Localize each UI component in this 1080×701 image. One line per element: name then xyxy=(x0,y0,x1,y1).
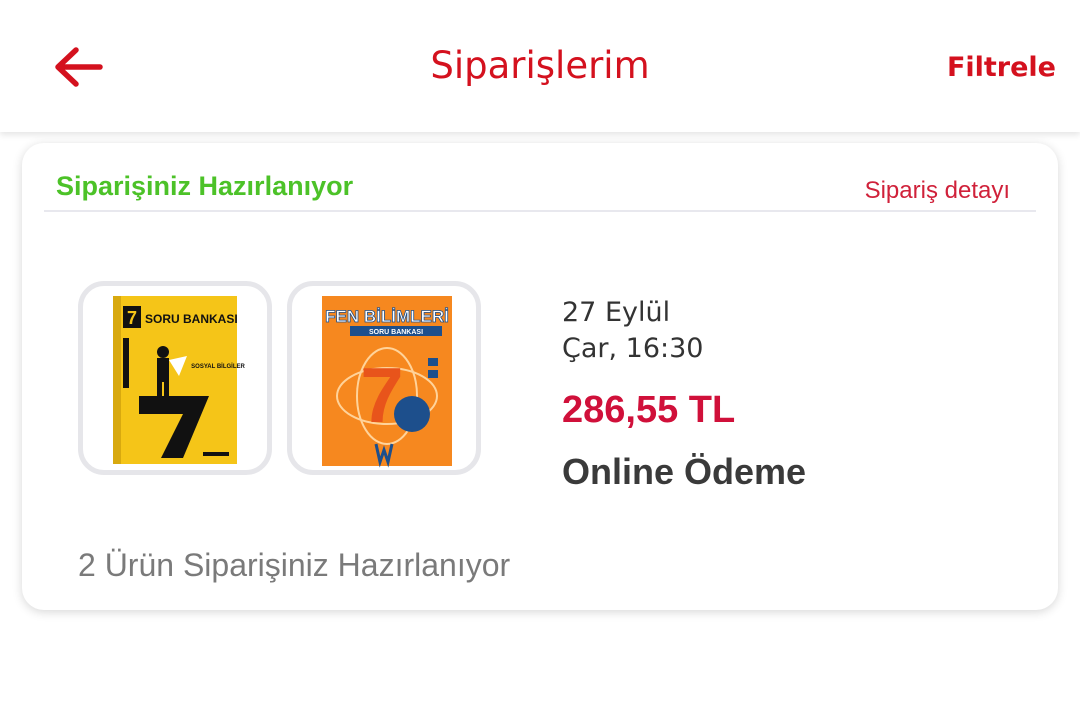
filter-button[interactable]: Filtrele xyxy=(947,52,1056,83)
payment-method: Online Ödeme xyxy=(562,451,807,492)
top-app-bar: Siparişlerim Filtrele xyxy=(0,0,1080,132)
cover-grade: 7 xyxy=(127,308,137,328)
cover-title: SORU BANKASI xyxy=(145,312,238,326)
cover-subject: SOSYAL BİLGİLER xyxy=(191,363,245,370)
order-price: 286,55 TL xyxy=(562,389,736,431)
order-summary: 2 Ürün Siparişiniz Hazırlanıyor xyxy=(78,547,511,583)
order-status: Siparişiniz Hazırlanıyor xyxy=(56,171,354,201)
order-date: 27 Eylül xyxy=(562,297,671,328)
divider xyxy=(44,210,1036,212)
order-detail-link[interactable]: Sipariş detayı xyxy=(865,177,1010,205)
order-card[interactable]: Siparişiniz Hazırlanıyor Sipariş detayı … xyxy=(22,143,1058,610)
book-cover-science: FEN BİLİMLERİ SORU BANKASI 7 xyxy=(322,296,452,468)
cover-title: FEN BİLİMLERİ xyxy=(325,307,449,326)
page-title: Siparişlerim xyxy=(430,44,650,87)
cover-grade: 7 xyxy=(360,351,403,439)
book-cover-social-studies: 7 SORU BANKASI SOSYAL BİLGİLER xyxy=(113,296,246,464)
order-day-time: Çar, 16:30 xyxy=(562,333,704,364)
product-thumbnail-social-studies[interactable]: 7 SORU BANKASI SOSYAL BİLGİLER xyxy=(78,281,272,475)
product-thumbnail-science[interactable]: FEN BİLİMLERİ SORU BANKASI 7 xyxy=(287,281,481,475)
cover-subtitle: SORU BANKASI xyxy=(369,329,423,336)
